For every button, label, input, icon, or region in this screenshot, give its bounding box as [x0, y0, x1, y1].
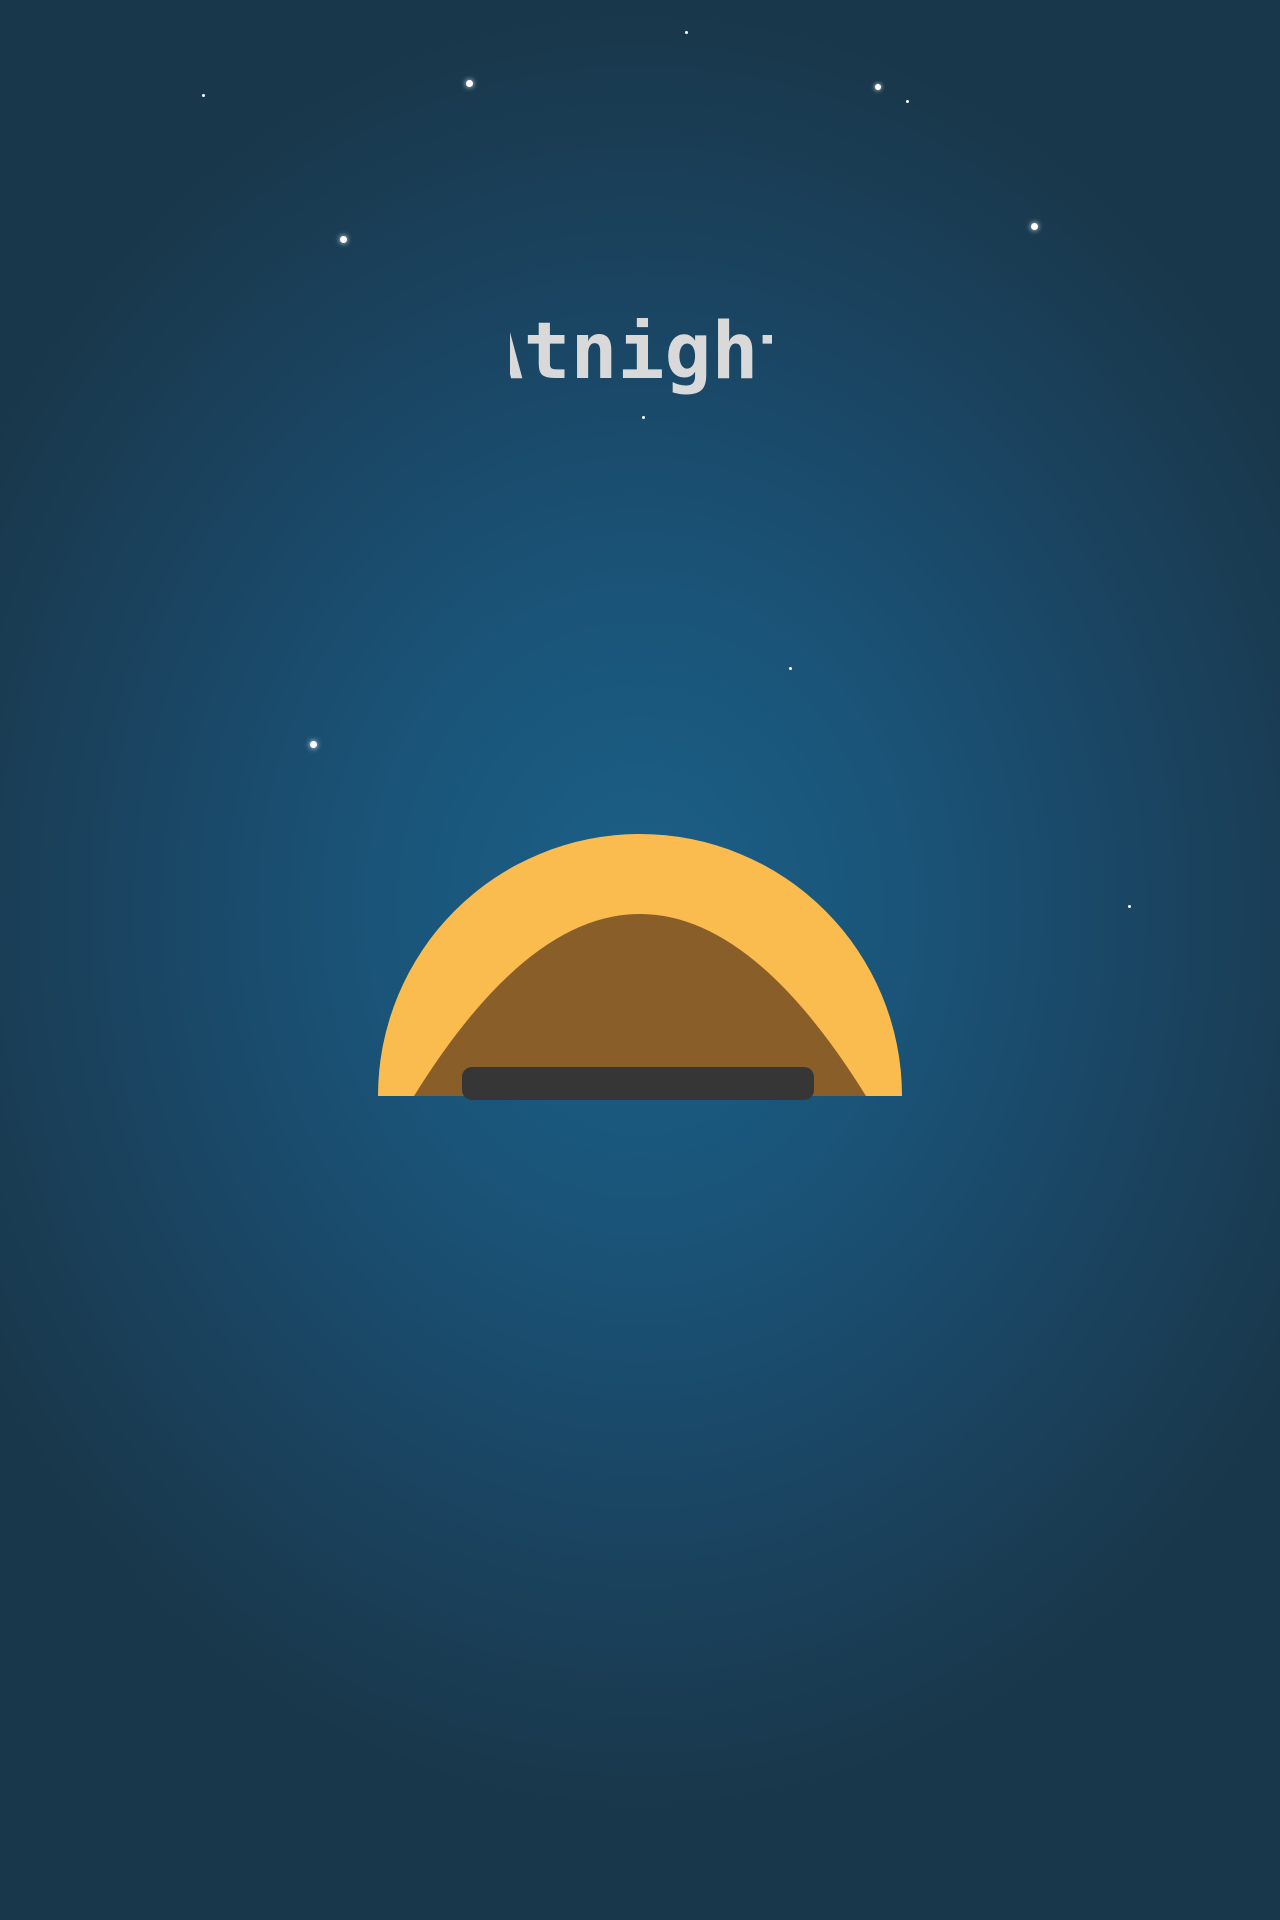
star-icon — [466, 80, 473, 87]
star-icon — [906, 100, 909, 103]
star-icon — [875, 84, 881, 90]
hat-band — [462, 1067, 814, 1100]
star-icon — [642, 416, 645, 419]
app-title-text: Atnight — [510, 318, 772, 397]
star-icon — [340, 236, 347, 243]
splash-screen: Atnight — [0, 0, 1280, 1920]
star-icon — [1128, 905, 1131, 908]
app-title: Atnight — [510, 318, 772, 397]
star-icon — [789, 667, 792, 670]
star-icon — [1031, 223, 1038, 230]
star-icon — [310, 741, 317, 748]
star-icon — [202, 94, 205, 97]
star-icon — [685, 31, 688, 34]
sunrise-hat-icon — [378, 834, 902, 1100]
